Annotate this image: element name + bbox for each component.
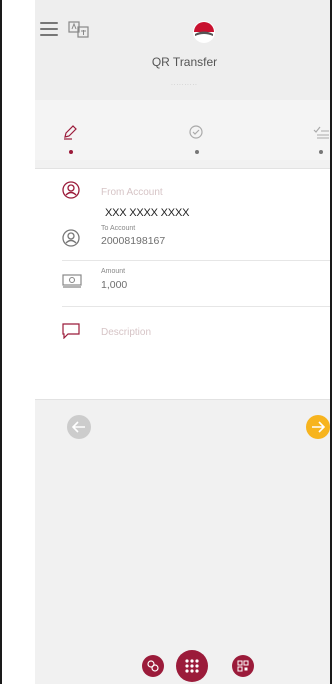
apps-grid-icon <box>185 659 199 673</box>
step-confirm[interactable] <box>188 124 208 154</box>
app-screen: QR Transfer ·········· From Account To A… <box>35 0 330 684</box>
page-subtitle: ·········· <box>171 82 198 88</box>
user-icon <box>62 181 80 199</box>
step-dot <box>195 150 199 154</box>
qr-code-icon <box>237 660 249 672</box>
transfers-button[interactable] <box>142 655 164 677</box>
description-field[interactable]: Description <box>35 307 330 397</box>
step-edit[interactable] <box>62 124 82 154</box>
next-button[interactable] <box>306 415 330 439</box>
qr-button[interactable] <box>232 655 254 677</box>
pencil-icon <box>64 125 77 140</box>
app-header: QR Transfer ·········· <box>35 0 330 100</box>
language-icon[interactable] <box>68 20 90 40</box>
apps-menu-button[interactable] <box>176 650 208 682</box>
to-account-field[interactable]: To Account 20008198167 <box>35 215 330 261</box>
from-account-number: XXX XXXX XXXX <box>103 207 192 219</box>
step-result[interactable] <box>312 124 330 154</box>
amount-label: Amount <box>101 268 126 275</box>
to-account-value: 20008198167 <box>101 235 166 247</box>
transfer-form: From Account To Account 20008198167 Amou… <box>35 168 330 400</box>
bank-logo <box>192 20 216 44</box>
menu-icon[interactable] <box>40 22 60 38</box>
step-dot <box>319 150 323 154</box>
user-icon <box>62 229 80 247</box>
description-placeholder: Description <box>101 327 152 338</box>
page-title: QR Transfer <box>151 55 218 69</box>
amount-value: 1,000 <box>101 279 128 291</box>
arrow-right-icon <box>312 421 325 433</box>
back-button[interactable] <box>67 415 91 439</box>
arrow-left-icon <box>72 421 85 433</box>
step-dot-active <box>69 150 73 154</box>
phone-frame: QR Transfer ·········· From Account To A… <box>0 0 332 684</box>
cash-icon <box>62 274 82 288</box>
list-check-icon <box>313 126 329 139</box>
amount-field[interactable]: Amount 1,000 <box>35 261 330 307</box>
to-account-label: To Account <box>101 225 136 232</box>
comment-icon <box>62 323 80 339</box>
step-indicator <box>35 100 330 160</box>
transfers-icon <box>147 660 159 672</box>
check-circle-icon <box>189 125 203 139</box>
from-account-placeholder: From Account <box>101 187 163 198</box>
